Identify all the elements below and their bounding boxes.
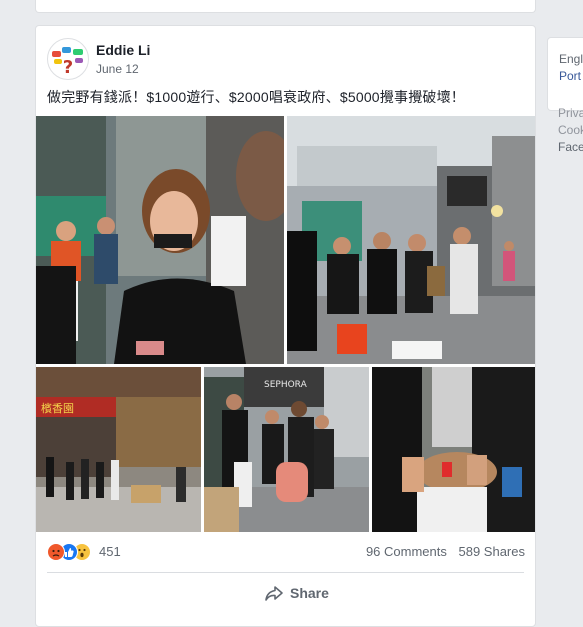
- reaction-count[interactable]: 451: [99, 544, 121, 559]
- photo-1[interactable]: [36, 116, 284, 364]
- photo-grid: 檳香園 SEPHORA: [36, 116, 535, 532]
- language-current: Engl: [559, 52, 583, 66]
- reaction-icons[interactable]: [47, 543, 97, 561]
- footer-link-privacy[interactable]: Priva: [558, 105, 583, 122]
- footer-link-facebook[interactable]: Face: [558, 139, 583, 156]
- author-name[interactable]: Eddie Li: [96, 42, 150, 58]
- post-header: ? Eddie Li June 12: [47, 38, 517, 82]
- footer-links: Priva Cooki Face: [558, 105, 583, 156]
- photo-3[interactable]: 檳香園: [36, 367, 201, 532]
- feed-post: ? Eddie Li June 12 做完野有錢派！$1000遊行、$2000唱…: [35, 25, 536, 627]
- photo-5[interactable]: [372, 367, 535, 532]
- language-box: Engl Port: [547, 37, 583, 111]
- actions-divider: [47, 572, 524, 573]
- share-label: Share: [290, 585, 329, 601]
- post-caption: 做完野有錢派！$1000遊行、$2000唱衰政府、$5000攪事攪破壞！: [47, 89, 465, 105]
- footer-link-cookies[interactable]: Cooki: [558, 122, 583, 139]
- comments-count[interactable]: 96 Comments: [366, 544, 447, 559]
- reactions-bar: 451 96 Comments 589 Shares: [47, 542, 525, 562]
- angry-icon: [47, 543, 65, 561]
- shares-count[interactable]: 589 Shares: [459, 544, 526, 559]
- post-stats: 96 Comments 589 Shares: [358, 544, 525, 559]
- shop-sign-text: 檳香園: [41, 401, 74, 415]
- svg-text:?: ?: [63, 57, 73, 78]
- share-button[interactable]: Share: [264, 583, 344, 603]
- author-avatar[interactable]: ?: [47, 38, 89, 80]
- share-icon: [264, 583, 284, 608]
- previous-post-card: [35, 0, 536, 13]
- photo-4[interactable]: SEPHORA: [204, 367, 369, 532]
- post-date[interactable]: June 12: [96, 62, 139, 76]
- photo-2[interactable]: [287, 116, 535, 364]
- store-sign-text: SEPHORA: [264, 380, 308, 390]
- language-link[interactable]: Port: [559, 69, 581, 83]
